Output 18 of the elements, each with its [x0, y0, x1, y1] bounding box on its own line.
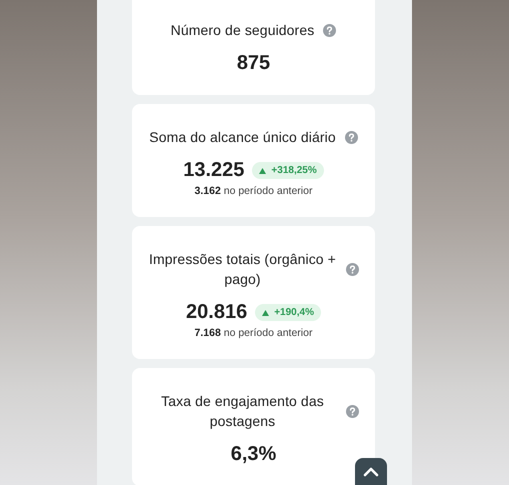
- metric-value: 875: [236, 52, 270, 75]
- help-icon[interactable]: [323, 24, 336, 36]
- previous-period-text: 7.168 no período anterior: [194, 327, 312, 339]
- scroll-top-button[interactable]: [355, 458, 387, 485]
- help-icon[interactable]: [346, 262, 359, 276]
- change-badge: +318,25%: [252, 162, 324, 179]
- metric-value: 6,3%: [230, 443, 276, 466]
- previous-period-text: 3.162 no período anterior: [194, 185, 312, 197]
- chevron-up-icon: [363, 467, 379, 477]
- help-icon[interactable]: [344, 130, 358, 144]
- metric-title: Soma do alcance único diário: [149, 128, 336, 147]
- help-icon[interactable]: [346, 404, 359, 418]
- metric-value: 20.816: [186, 301, 248, 324]
- metric-title: Taxa de engajamento das postagens: [160, 392, 325, 431]
- metric-value: 13.225: [183, 159, 244, 182]
- metric-title: Impressões totais (orgânico + pago): [148, 250, 337, 289]
- change-badge: +190,4%: [255, 304, 321, 321]
- metric-title: Número de seguidores: [170, 21, 314, 40]
